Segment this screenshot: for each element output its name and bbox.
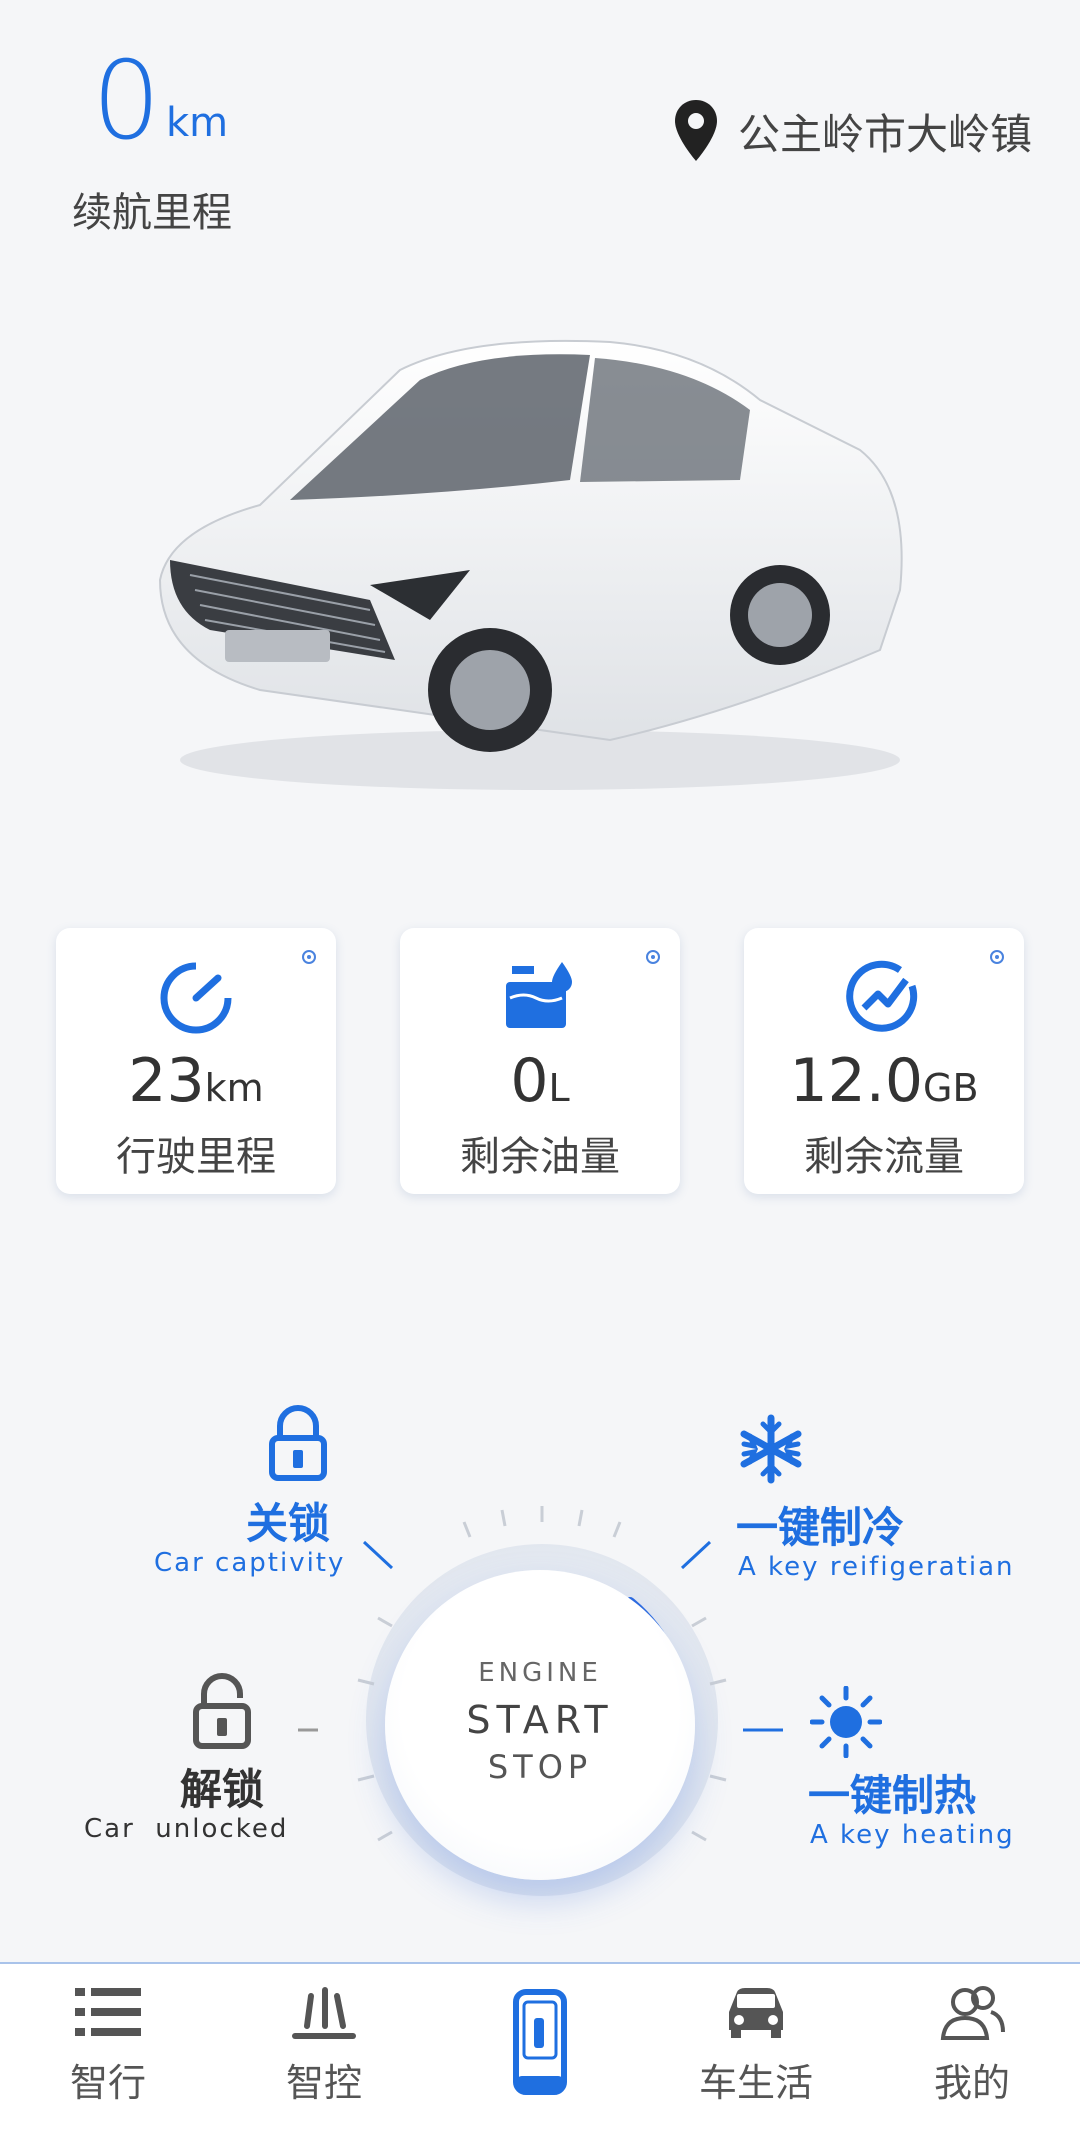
unlock-label: 解锁 [180,1765,265,1814]
unlock-icon [193,1673,251,1749]
fuel-label: 剩余油量 [460,1134,620,1180]
fuel-value: 0 [510,1046,549,1116]
range-value: 0 [92,39,161,164]
car-icon [729,1988,783,2038]
list-icon [75,1988,141,2036]
nav-item-car-key[interactable] [460,1982,620,2108]
data-unit: GB [923,1066,979,1110]
engine-label: ENGINE [478,1658,602,1688]
fuel-tank-icon [506,962,572,1028]
lock-sub-label: Car captivity [154,1548,346,1578]
mileage-value: 23 [128,1046,205,1116]
mileage-card[interactable]: 23km 行驶里程 [56,928,336,1194]
unlock-sub-label: Car unlocked [84,1814,289,1844]
speedometer-icon [160,962,232,1034]
data-label: 剩余流量 [804,1134,964,1180]
cool-label: 一键制冷 [736,1503,905,1552]
engine-start-label: START [466,1698,614,1742]
fuel-card[interactable]: 0L 剩余油量 [400,928,680,1194]
control-icon [292,1987,356,2039]
data-card[interactable]: 12.0GB 剩余流量 [744,928,1024,1194]
users-icon [940,1986,1005,2040]
engine-stop-label: STOP [487,1748,593,1786]
location-text: 公主岭市大岭镇 [737,109,1032,159]
fuel-unit: L [548,1066,570,1110]
cool-sub-label: A key reifigeratian [738,1552,1015,1582]
lock-label: 关锁 [246,1499,331,1548]
lock-icon [269,1405,327,1481]
snowflake-icon [740,1414,802,1484]
bottom-nav: 智行 智控 车生活 我的 [0,1962,1080,2130]
engine-start-stop-button[interactable]: ENGINE START STOP [385,1570,695,1880]
mileage-label: 行驶里程 [116,1134,276,1180]
data-traffic-icon [846,960,918,1032]
info-dot-icon [302,950,316,964]
sun-icon [810,1686,882,1758]
nav-item-mine[interactable]: 我的 [892,1982,1052,2107]
location[interactable]: 公主岭市大岭镇 [672,98,1032,164]
range-unit: km [166,100,229,146]
mileage-unit: km [204,1066,264,1110]
range-label: 续航里程 [72,190,232,236]
info-dot-icon [646,950,660,964]
nav-item-zhikong[interactable]: 智控 [244,1982,404,2107]
nav-label-car-life: 车生活 [698,2061,813,2105]
nav-label-zhixing: 智行 [69,2061,146,2105]
heat-sub-label: A key heating [810,1820,1015,1850]
info-dot-icon [990,950,1004,964]
nav-item-zhixing[interactable]: 智行 [28,1982,188,2107]
car-key-icon [513,1989,567,2095]
car-image [158,339,903,790]
heat-label: 一键制热 [808,1771,977,1820]
nav-label-mine: 我的 [933,2061,1010,2105]
nav-item-car-life[interactable]: 车生活 [676,1982,836,2107]
location-pin-icon [674,100,717,161]
nav-label-zhikong: 智控 [285,2061,362,2105]
data-value: 12.0 [789,1046,924,1116]
